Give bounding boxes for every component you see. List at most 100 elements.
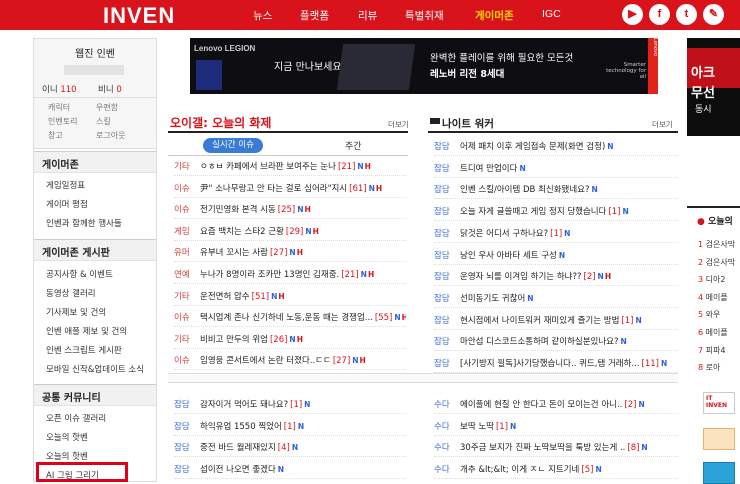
hot-topic-row[interactable]: 유머 유부녀 꼬시는 사람 [27] NH <box>174 243 406 263</box>
nav-review[interactable]: 리뷰 <box>358 8 377 23</box>
link-game-schedule[interactable]: 게임일정표 <box>46 179 85 191</box>
post-title[interactable]: [사기방지 필독]사기당했습니다.. 퀴드,탬 거래하... <box>460 359 640 369</box>
post-title[interactable]: 트디여 만업이다 <box>460 164 517 174</box>
game-app-icon[interactable] <box>703 462 735 484</box>
calendar-app-icon[interactable] <box>703 428 735 450</box>
tab-realtime-issue[interactable]: 실시간 이슈 <box>203 138 263 153</box>
hot-topic-row[interactable]: 기타 운전면허 압수 [51] NH <box>174 287 406 306</box>
link-skill[interactable]: 스킬 <box>96 116 111 127</box>
right-ad-banner[interactable]: 아크 무선 동시 <box>687 38 740 136</box>
night-walker-row[interactable]: 잡담 닭것은 어디서 구하나요? [1] N <box>434 224 678 243</box>
post-title[interactable]: 마안섭 디스코드소통하며 같이하실분있나요? <box>460 337 619 347</box>
board-heading[interactable]: 게이머존 게시판 <box>34 239 156 261</box>
rank-item[interactable]: 2 검은사막 <box>698 257 735 268</box>
nav-gamer-zone[interactable]: 게이머존 <box>475 8 514 23</box>
community-heading[interactable]: 공통 커뮤니티 <box>34 384 156 406</box>
bottom-right-row[interactable]: 수다 보딱 노딱 [1] N <box>434 417 678 436</box>
rank-item[interactable]: 3 디아2 <box>698 274 725 285</box>
night-walker-row[interactable]: 잡담 현시점에서 나이트워커 재미있게 즐기는 방법 [1] N <box>434 311 678 330</box>
link-mailbox[interactable]: 우편함 <box>96 102 118 113</box>
rank-item[interactable]: 1 검은사막 <box>698 239 735 250</box>
lenovo-ad-banner[interactable]: Lenovo LEGION 지금 만나보세요 완벽한 플레이를 위해 필요한 모… <box>190 38 658 94</box>
bottom-left-row[interactable]: 잡담 섭이전 나오면 좋겠다 N <box>174 460 406 479</box>
bottom-right-row[interactable]: 수다 에이플에 현질 안 한다고 돈이 모이는건 아니.. [2] N <box>434 395 678 414</box>
bottom-right-row[interactable]: 수다 30주금 보지가 진짜 노딱보딱을 툭방 있는게 .. [8] N <box>434 438 678 457</box>
post-title[interactable]: 낭인 우사 아바타 세트 구성 <box>460 251 557 261</box>
post-title[interactable]: 누나가 8명이라 조카만 13명인 김재중. <box>200 270 339 280</box>
post-title[interactable]: 운영자 뇌를 이겨임 하기는 하냐?? <box>460 272 582 282</box>
post-title[interactable]: 전기민영화 본격 시동 <box>200 205 276 215</box>
hot-topic-row[interactable]: 이슈 택시업계 존나 신기하네 노동,운동 때는 경쟁업...[55]NH <box>174 308 406 328</box>
night-walker-row[interactable]: 잡담 마안섭 디스코드소통하며 같이하실분있나요? N <box>434 332 678 352</box>
link-today-hot-2[interactable]: 오늘의 핫벤 <box>46 450 88 462</box>
post-title[interactable]: 임영웅 콘서트에서 논란 터졌다..ㄷㄷ <box>200 356 331 366</box>
night-walker-row[interactable]: 잡담 어제 패치 이후 게임접속 문제(화면 검정) N <box>434 137 678 156</box>
post-title[interactable]: 유부녀 꼬시는 사람 <box>200 248 268 258</box>
gamer-zone-heading[interactable]: 게이머존 <box>34 151 156 173</box>
night-walker-row[interactable]: 잡담 낭인 우사 아바타 세트 구성 N <box>434 246 678 265</box>
post-title[interactable]: 선미동기도 귀찮어 <box>460 294 525 304</box>
night-walker-row[interactable]: 잡담 운영자 뇌를 이겨임 하기는 하냐?? [2] NH <box>434 267 678 287</box>
post-title[interactable]: 보딱 노딱 <box>460 422 494 432</box>
hot-topic-title[interactable]: 오이갤: 오늘의 화제 <box>170 114 271 131</box>
hot-topic-row[interactable]: 기타 비비고 만두의 위엄 [26] NH <box>174 330 406 349</box>
link-storage[interactable]: 창고 <box>48 130 63 141</box>
facebook-icon[interactable]: f <box>649 4 670 25</box>
post-title[interactable]: 중전 바드 월레재있지 <box>200 443 276 453</box>
night-more-link[interactable]: 더보기 <box>652 119 673 130</box>
post-title[interactable]: 인벤 스킬/아이템 DB 최신화됐네요? <box>460 185 590 195</box>
link-logout[interactable]: 로그아웃 <box>96 130 125 141</box>
hot-topic-row[interactable]: 연예 누나가 8명이라 조카만 13명인 김재중. [21] NH <box>174 265 406 284</box>
night-walker-row[interactable]: 잡담 트디여 만업이다 N <box>434 159 678 178</box>
bottom-left-row[interactable]: 잡담 감자이거 먹어도 돼나요? [1] N <box>174 395 406 414</box>
post-title[interactable]: 하익유업 1550 찍었어 <box>200 422 282 432</box>
post-title[interactable]: 어제 패치 이후 게임접속 문제(화면 검정) <box>460 142 605 152</box>
post-title[interactable]: 요즘 백치는 스타2 근황 <box>200 227 284 237</box>
link-app-tip[interactable]: 인벤 애플 제보 및 건의 <box>46 325 127 337</box>
post-title[interactable]: 택시업계 존나 신기하네 노동,운동 때는 경쟁업... <box>200 313 373 323</box>
link-gamer-rating[interactable]: 게이머 평점 <box>46 198 88 210</box>
post-title[interactable]: ㅇㅎㅂ 카페에서 브라판 보여주는 눈나 <box>200 162 336 172</box>
post-title[interactable]: 개추 &lt;&lt; 이게 ㅈㄴ 지트기네 <box>460 465 579 475</box>
link-article-tip[interactable]: 기사제보 및 건의 <box>46 306 106 318</box>
post-title[interactable]: 尹" 소나무랑고 안 타는 걸로 심어라"지시 <box>200 184 347 194</box>
link-inventory[interactable]: 인벤토리 <box>48 116 77 127</box>
post-title[interactable]: 30주금 보지가 진짜 노딱보딱을 툭방 있는게 .. <box>460 443 625 453</box>
rank-item[interactable]: 4 메이플 <box>698 292 728 303</box>
link-open-issue-gallery[interactable]: 오픈 이슈 갤러리 <box>46 412 106 424</box>
twitter-icon[interactable]: t <box>676 4 697 25</box>
nav-platform[interactable]: 플랫폼 <box>300 8 329 23</box>
hot-topic-row[interactable]: 게임 요즘 백치는 스타2 근황 [29] NH <box>174 222 406 241</box>
it-inven-app[interactable]: IT INVEN <box>703 392 735 414</box>
link-mobile-news[interactable]: 모바일 신작&업데이트 소식 <box>46 363 144 375</box>
post-title[interactable]: 섭이전 나오면 좋겠다 <box>200 465 276 475</box>
blog-icon[interactable]: ✎ <box>703 4 724 25</box>
inven-logo[interactable]: INVEN <box>103 3 175 29</box>
tab-weekly[interactable]: 주간 <box>345 139 362 152</box>
post-title[interactable]: 현시점에서 나이트워커 재미있게 즐기는 방법 <box>460 316 619 326</box>
link-character[interactable]: 캐릭터 <box>48 102 70 113</box>
night-walker-row[interactable]: 잡담 오늘 자게 글쓸때고 게임 정지 당했습니다 [1] N <box>434 202 678 222</box>
rank-item[interactable]: 6 메이플 <box>698 327 728 338</box>
post-title[interactable]: 비비고 만두의 위엄 <box>200 335 268 345</box>
hot-topic-row[interactable]: 이슈 전기민영화 본격 시동 [25] NH <box>174 200 406 220</box>
bottom-left-row[interactable]: 잡담 중전 바드 월레재있지 [4] N <box>174 438 406 457</box>
night-walker-title[interactable]: 나이트 워커 <box>442 116 494 131</box>
hot-topic-row[interactable]: 기타 ㅇㅎㅂ 카페에서 브라판 보여주는 눈나 [21] NH <box>174 157 406 176</box>
night-walker-row[interactable]: 잡담 선미동기도 귀찮어 N <box>434 289 678 308</box>
nav-igc[interactable]: IGC <box>542 8 561 20</box>
night-walker-row[interactable]: 잡담 인벤 스킬/아이템 DB 최신화됐네요? N <box>434 180 678 200</box>
post-title[interactable]: 운전면허 압수 <box>200 292 250 302</box>
night-walker-row[interactable]: 잡담 [사기방지 필독]사기당했습니다.. 퀴드,탬 거래하... [11] N <box>434 354 678 373</box>
bottom-left-row[interactable]: 잡담 하익유업 1550 찍었어 [1] N <box>174 417 406 436</box>
nav-news[interactable]: 뉴스 <box>253 8 272 23</box>
link-script-board[interactable]: 인벤 스크립트 게시판 <box>46 344 122 356</box>
post-title[interactable]: 닭것은 어디서 구하나요? <box>460 229 548 239</box>
hot-topic-row[interactable]: 이슈 임영웅 콘서트에서 논란 터졌다..ㄷㄷ [27] NH <box>174 351 406 371</box>
hot-topic-row[interactable]: 이슈 尹" 소나무랑고 안 타는 걸로 심어라"지시 [61] NH <box>174 179 406 198</box>
hot-more-link[interactable]: 더보기 <box>388 119 409 130</box>
post-title[interactable]: 오늘 자게 글쓸때고 게임 정지 당했습니다 <box>460 207 606 217</box>
link-notice-event[interactable]: 공지사항 & 이벤트 <box>46 268 113 280</box>
rank-item[interactable]: 7 피파4 <box>698 345 725 356</box>
bottom-right-row[interactable]: 수다 개추 &lt;&lt; 이게 ㅈㄴ 지트기네 [5] N <box>434 460 678 479</box>
